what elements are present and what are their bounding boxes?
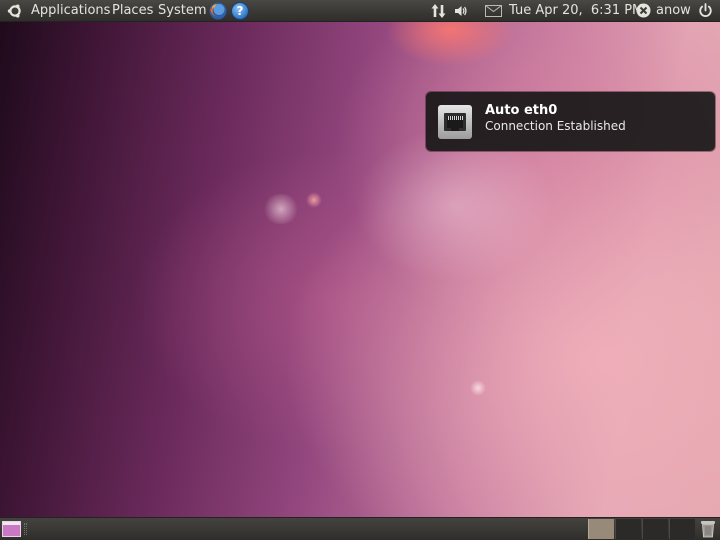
notification-body: Connection Established <box>485 119 626 133</box>
trash-icon[interactable] <box>700 520 716 538</box>
username[interactable]: anow <box>656 0 691 21</box>
notification-title: Auto eth0 <box>485 103 558 118</box>
workspace-4[interactable] <box>669 519 695 539</box>
wallpaper-light-spot <box>470 380 486 396</box>
top-panel: Applications Places System ? Tue Apr 20,… <box>0 0 720 22</box>
workspace-3[interactable] <box>642 519 668 539</box>
network-notification: Auto eth0 Connection Established <box>426 92 715 151</box>
applications-menu[interactable]: Applications <box>31 0 110 21</box>
system-menu[interactable]: System <box>158 0 206 21</box>
ubuntu-logo-icon[interactable] <box>7 3 23 19</box>
firefox-icon[interactable] <box>208 1 228 21</box>
workspace-2[interactable] <box>615 519 641 539</box>
help-icon[interactable]: ? <box>231 2 249 20</box>
panel-handle[interactable] <box>24 523 27 535</box>
user-status-icon[interactable] <box>636 3 651 18</box>
show-desktop-icon[interactable] <box>2 521 21 537</box>
mail-icon[interactable] <box>485 5 502 17</box>
volume-icon[interactable] <box>454 4 468 18</box>
workspace-1[interactable] <box>588 519 614 539</box>
bottom-panel <box>0 517 720 540</box>
desktop[interactable]: Applications Places System ? Tue Apr 20,… <box>0 0 720 540</box>
clock[interactable]: Tue Apr 20, 6:31 PM <box>509 0 643 21</box>
places-menu[interactable]: Places <box>112 0 153 21</box>
wallpaper-light-spot <box>306 192 322 208</box>
ethernet-port-icon <box>438 105 472 139</box>
desktop-wallpaper <box>0 0 720 540</box>
power-icon[interactable] <box>698 3 713 18</box>
wallpaper-light-spot <box>262 194 300 224</box>
network-transfer-icon[interactable] <box>431 3 447 19</box>
